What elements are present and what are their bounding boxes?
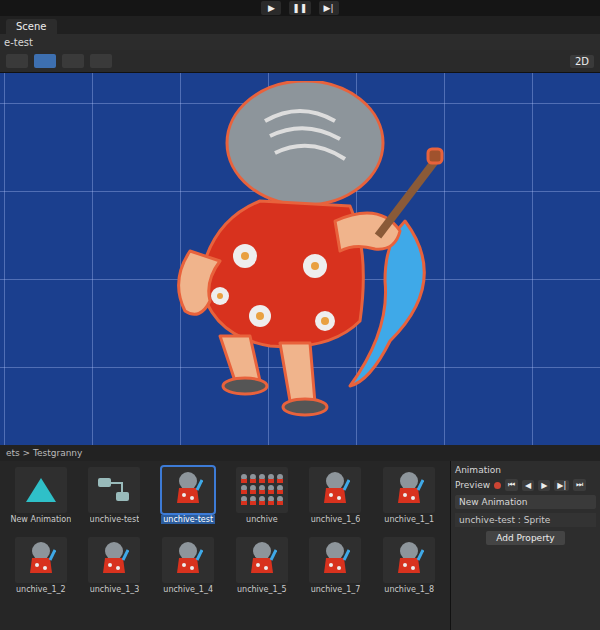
playback-button[interactable]: ⏭ xyxy=(573,479,586,491)
asset-item[interactable]: unchive_1_5 xyxy=(227,537,297,603)
asset-item[interactable]: unchive_1_4 xyxy=(153,537,223,603)
granny-sprite-icon xyxy=(99,540,129,580)
asset-thumbnail xyxy=(15,467,67,513)
granny-sprite-icon xyxy=(394,540,424,580)
asset-item[interactable]: unchive-test xyxy=(153,467,223,533)
animation-title: Animation xyxy=(455,465,596,475)
tool-button[interactable] xyxy=(90,54,112,68)
play-control-button[interactable]: ▶ xyxy=(261,1,281,15)
asset-label: unchive_1_7 xyxy=(311,585,361,594)
tab-bar: Scene xyxy=(0,16,600,34)
asset-label: unchive-test xyxy=(161,515,215,524)
asset-item[interactable]: unchive_1_1 xyxy=(374,467,444,533)
playback-button[interactable]: ▶ xyxy=(538,480,550,491)
asset-item[interactable]: unchive_1_6 xyxy=(301,467,371,533)
asset-item[interactable]: unchive_1_3 xyxy=(80,537,150,603)
play-toolbar: ▶ ❚❚ ▶| xyxy=(0,0,600,16)
animation-clip-icon xyxy=(24,475,58,505)
tool-group xyxy=(6,54,112,68)
asset-thumbnail xyxy=(88,467,140,513)
asset-thumbnail xyxy=(162,537,214,583)
asset-grid: New Animation unchive-test unchive-test unc… xyxy=(0,461,450,630)
asset-label: unchive_1_2 xyxy=(16,585,66,594)
tool-button[interactable] xyxy=(62,54,84,68)
asset-thumbnail xyxy=(383,467,435,513)
preview-toggle[interactable]: Preview xyxy=(455,480,490,490)
granny-sprite-icon xyxy=(247,540,277,580)
asset-thumbnail xyxy=(15,537,67,583)
scene-title-bar: e-test xyxy=(0,34,600,50)
clip-dropdown[interactable]: New Animation xyxy=(455,495,596,509)
2d-mode-button[interactable]: 2D xyxy=(570,55,594,68)
playback-button[interactable]: ⏮ xyxy=(505,479,518,491)
granny-sprite-icon xyxy=(320,470,350,510)
asset-item[interactable]: unchive_1_8 xyxy=(374,537,444,603)
granny-sprite-icon xyxy=(394,470,424,510)
play-control-button[interactable]: ❚❚ xyxy=(289,1,310,15)
tool-button[interactable] xyxy=(34,54,56,68)
asset-label: unchive_1_4 xyxy=(163,585,213,594)
granny-sprite xyxy=(150,81,450,421)
tool-button[interactable] xyxy=(6,54,28,68)
animation-panel: Animation Preview ⏮ ◀ ▶ ▶| ⏭ New Animation unchi… xyxy=(450,461,600,630)
asset-label: unchive xyxy=(246,515,278,524)
scene-tab[interactable]: Scene xyxy=(6,19,57,34)
asset-item[interactable]: unchive_1_2 xyxy=(6,537,76,603)
granny-sprite-icon xyxy=(173,540,203,580)
asset-label: unchive_1_3 xyxy=(90,585,140,594)
asset-thumbnail xyxy=(88,537,140,583)
asset-item[interactable]: unchive-test xyxy=(80,467,150,533)
asset-item[interactable]: unchive_1_7 xyxy=(301,537,371,603)
animator-controller-icon xyxy=(96,475,132,505)
sprite-sheet-icon xyxy=(239,471,285,509)
asset-thumbnail xyxy=(236,537,288,583)
playback-button[interactable]: ▶| xyxy=(554,480,569,491)
playback-button[interactable]: ◀ xyxy=(522,480,534,491)
asset-label: unchive-test xyxy=(90,515,140,524)
asset-item[interactable]: unchive xyxy=(227,467,297,533)
granny-sprite-icon xyxy=(320,540,350,580)
asset-thumbnail xyxy=(309,537,361,583)
asset-thumbnail xyxy=(383,537,435,583)
project-panel: ets > Testgranny New Animation unchive-tes… xyxy=(0,445,600,630)
scene-view[interactable] xyxy=(0,73,600,445)
record-button[interactable] xyxy=(494,482,501,489)
property-row[interactable]: unchive-test : Sprite xyxy=(455,513,596,527)
asset-label: unchive_1_1 xyxy=(384,515,434,524)
scene-name: e-test xyxy=(4,37,33,48)
granny-sprite-icon xyxy=(26,540,56,580)
granny-sprite-icon xyxy=(173,470,203,510)
asset-thumbnail xyxy=(236,467,288,513)
play-control-button[interactable]: ▶| xyxy=(319,1,339,15)
animation-controls: Preview ⏮ ◀ ▶ ▶| ⏭ xyxy=(455,479,596,491)
scene-toolbar: 2D xyxy=(0,50,600,73)
asset-label: unchive_1_5 xyxy=(237,585,287,594)
asset-thumbnail xyxy=(309,467,361,513)
panel-body: New Animation unchive-test unchive-test unc… xyxy=(0,461,600,630)
breadcrumb: ets > Testgranny xyxy=(0,445,600,461)
asset-item[interactable]: New Animation xyxy=(6,467,76,533)
asset-label: New Animation xyxy=(10,515,71,524)
asset-thumbnail xyxy=(162,467,214,513)
asset-label: unchive_1_8 xyxy=(384,585,434,594)
add-property-button[interactable]: Add Property xyxy=(486,531,564,545)
asset-label: unchive_1_6 xyxy=(311,515,361,524)
